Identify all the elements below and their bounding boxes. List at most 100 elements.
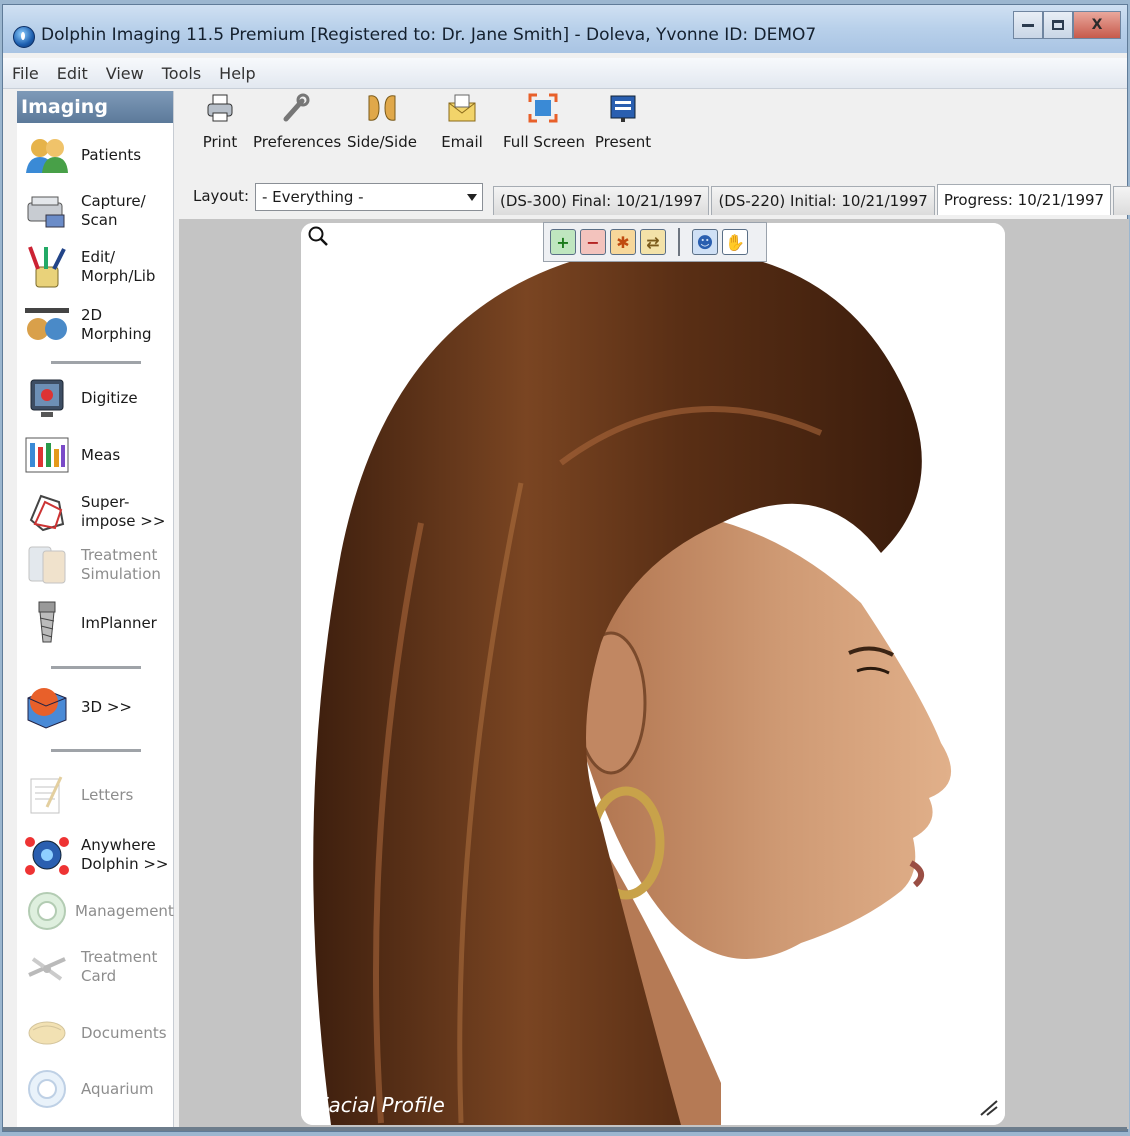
sidebar-divider [51, 361, 141, 364]
preferences-button[interactable]: Preferences [253, 91, 342, 161]
print-label: Print [202, 133, 238, 151]
printer-icon [203, 91, 237, 125]
full-screen-button[interactable]: Full Screen [503, 91, 585, 161]
toolbar-separator [678, 228, 680, 256]
close-button[interactable]: X [1073, 11, 1121, 39]
flip-icon[interactable]: ⇄ [640, 229, 666, 255]
sidebar-item-label: Patients [81, 145, 142, 164]
sidebar-divider [51, 666, 141, 669]
tab-progress[interactable]: Progress: 10/21/1997 [936, 184, 1112, 215]
management-icon [23, 889, 71, 933]
full-screen-label: Full Screen [503, 133, 585, 151]
sidebar-item-2d-morphing[interactable]: 2D Morphing [23, 301, 173, 349]
menu-file[interactable]: File [3, 64, 48, 83]
zoom-out-icon[interactable]: − [580, 229, 606, 255]
email-icon [445, 91, 479, 125]
documents-icon [23, 1011, 71, 1055]
module-sidebar: Imaging Patients Capture/ Scan Edit/ Mor… [17, 91, 174, 1127]
sidebar-item-digitize[interactable]: Digitize [23, 374, 173, 422]
sidebar-item-capture-scan[interactable]: Capture/ Scan [23, 187, 173, 235]
sidebar-item-treatment-simulation[interactable]: Treatment Simulation [23, 541, 173, 589]
sidebar-header: Imaging [17, 91, 173, 123]
minimize-icon [1022, 23, 1034, 27]
side-side-button[interactable]: Side/Side [347, 91, 417, 161]
monitor-icon [23, 376, 71, 420]
menu-edit[interactable]: Edit [48, 64, 97, 83]
faces-icon [23, 303, 71, 347]
sidebar-item-label: Treatment Card [81, 948, 158, 985]
implant-icon [23, 601, 71, 645]
chevron-down-icon [467, 194, 477, 201]
tab-filler [1113, 186, 1130, 215]
card-icon [23, 945, 71, 989]
sidebar-item-label: Digitize [81, 388, 138, 407]
sidebar-item-documents[interactable]: Documents [23, 1009, 173, 1057]
letter-icon [23, 773, 71, 817]
chart-icon [23, 433, 71, 477]
present-label: Present [594, 133, 652, 151]
layout-dropdown[interactable]: - Everything - [255, 183, 483, 211]
sidebar-item-label: Treatment Simulation [81, 546, 161, 583]
menu-bar: File Edit View Tools Help [3, 58, 1127, 89]
layout-dropdown-value: - Everything - [262, 188, 364, 206]
sidebar-item-label: Capture/ Scan [81, 192, 146, 229]
image-viewer[interactable]: Facial Profile + − ✱ ⇄ ☻ ✋ [179, 219, 1129, 1129]
patients-icon [23, 133, 71, 177]
wrench-icon [278, 91, 312, 125]
sidebar-item-label: Letters [81, 785, 134, 804]
image-set-tabs: (DS-300) Final: 10/21/1997 (DS-220) Init… [493, 184, 1130, 217]
facial-profile-photo[interactable]: Facial Profile [301, 223, 1005, 1125]
email-label: Email [441, 133, 483, 151]
image-caption: Facial Profile [317, 1093, 445, 1117]
sidebar-item-label: Aquarium [81, 1079, 154, 1098]
resize-icon[interactable] [979, 1097, 999, 1121]
sidebar-item-label: Documents [81, 1023, 167, 1042]
brushes-icon [23, 245, 71, 289]
main-toolbar: Print Preferences Side/Side Email Full S… [179, 91, 1124, 167]
fit-icon[interactable]: ✱ [610, 229, 636, 255]
dolphin-app-icon[interactable] [13, 26, 35, 48]
sidebar-item-aquarium[interactable]: Aquarium [23, 1065, 173, 1113]
title-bar[interactable]: Dolphin Imaging 11.5 Premium [Registered… [3, 5, 1127, 53]
app-window: Dolphin Imaging 11.5 Premium [Registered… [2, 4, 1130, 1132]
sidebar-item-label: 2D Morphing [81, 306, 152, 343]
magnifier-icon[interactable] [307, 225, 329, 251]
sidebar-item-label: Edit/ Morph/Lib [81, 248, 156, 285]
image-toolbar: + − ✱ ⇄ ☻ ✋ [543, 222, 767, 262]
sidebar-item-label: Management [75, 901, 174, 920]
sidebar-item-label: Super- impose >> [81, 493, 166, 530]
side-by-side-icon [365, 91, 399, 125]
maximize-button[interactable] [1043, 11, 1073, 39]
close-icon: X [1091, 17, 1103, 33]
zoom-in-icon[interactable]: + [550, 229, 576, 255]
tab-final[interactable]: (DS-300) Final: 10/21/1997 [493, 186, 710, 215]
minimize-button[interactable] [1013, 11, 1043, 39]
sidebar-item-anywhere-dolphin[interactable]: Anywhere Dolphin >> [23, 831, 173, 879]
window-title: Dolphin Imaging 11.5 Premium [Registered… [41, 25, 817, 45]
print-button[interactable]: Print [193, 91, 247, 161]
sidebar-item-management[interactable]: Management [23, 887, 174, 935]
portrait-icon[interactable]: ☻ [692, 229, 718, 255]
sidebar-item-letters[interactable]: Letters [23, 771, 173, 819]
menu-help[interactable]: Help [210, 64, 264, 83]
sidebar-item-implanner[interactable]: ImPlanner [23, 599, 173, 647]
sidebar-item-label: Meas [81, 445, 121, 464]
preferences-label: Preferences [253, 133, 342, 151]
facial-profile-image [301, 223, 1005, 1125]
sidebar-item-patients[interactable]: Patients [23, 131, 173, 179]
sidebar-item-edit-morph-lib[interactable]: Edit/ Morph/Lib [23, 243, 173, 291]
layout-label: Layout: [193, 187, 250, 205]
menu-view[interactable]: View [97, 64, 153, 83]
sidebar-item-meas[interactable]: Meas [23, 431, 173, 479]
present-button[interactable]: Present [593, 91, 653, 161]
hand-icon[interactable]: ✋ [722, 229, 748, 255]
sidebar-item-3d[interactable]: 3D >> [23, 683, 173, 731]
menu-tools[interactable]: Tools [153, 64, 210, 83]
tab-initial[interactable]: (DS-220) Initial: 10/21/1997 [711, 186, 935, 215]
sidebar-item-superimpose[interactable]: Super- impose >> [23, 488, 173, 536]
maximize-icon [1052, 20, 1064, 30]
sidebar-item-label: ImPlanner [81, 613, 157, 632]
email-button[interactable]: Email [437, 91, 487, 161]
sidebar-item-treatment-card[interactable]: Treatment Card [23, 943, 173, 991]
sidebar-item-label: 3D >> [81, 697, 132, 716]
